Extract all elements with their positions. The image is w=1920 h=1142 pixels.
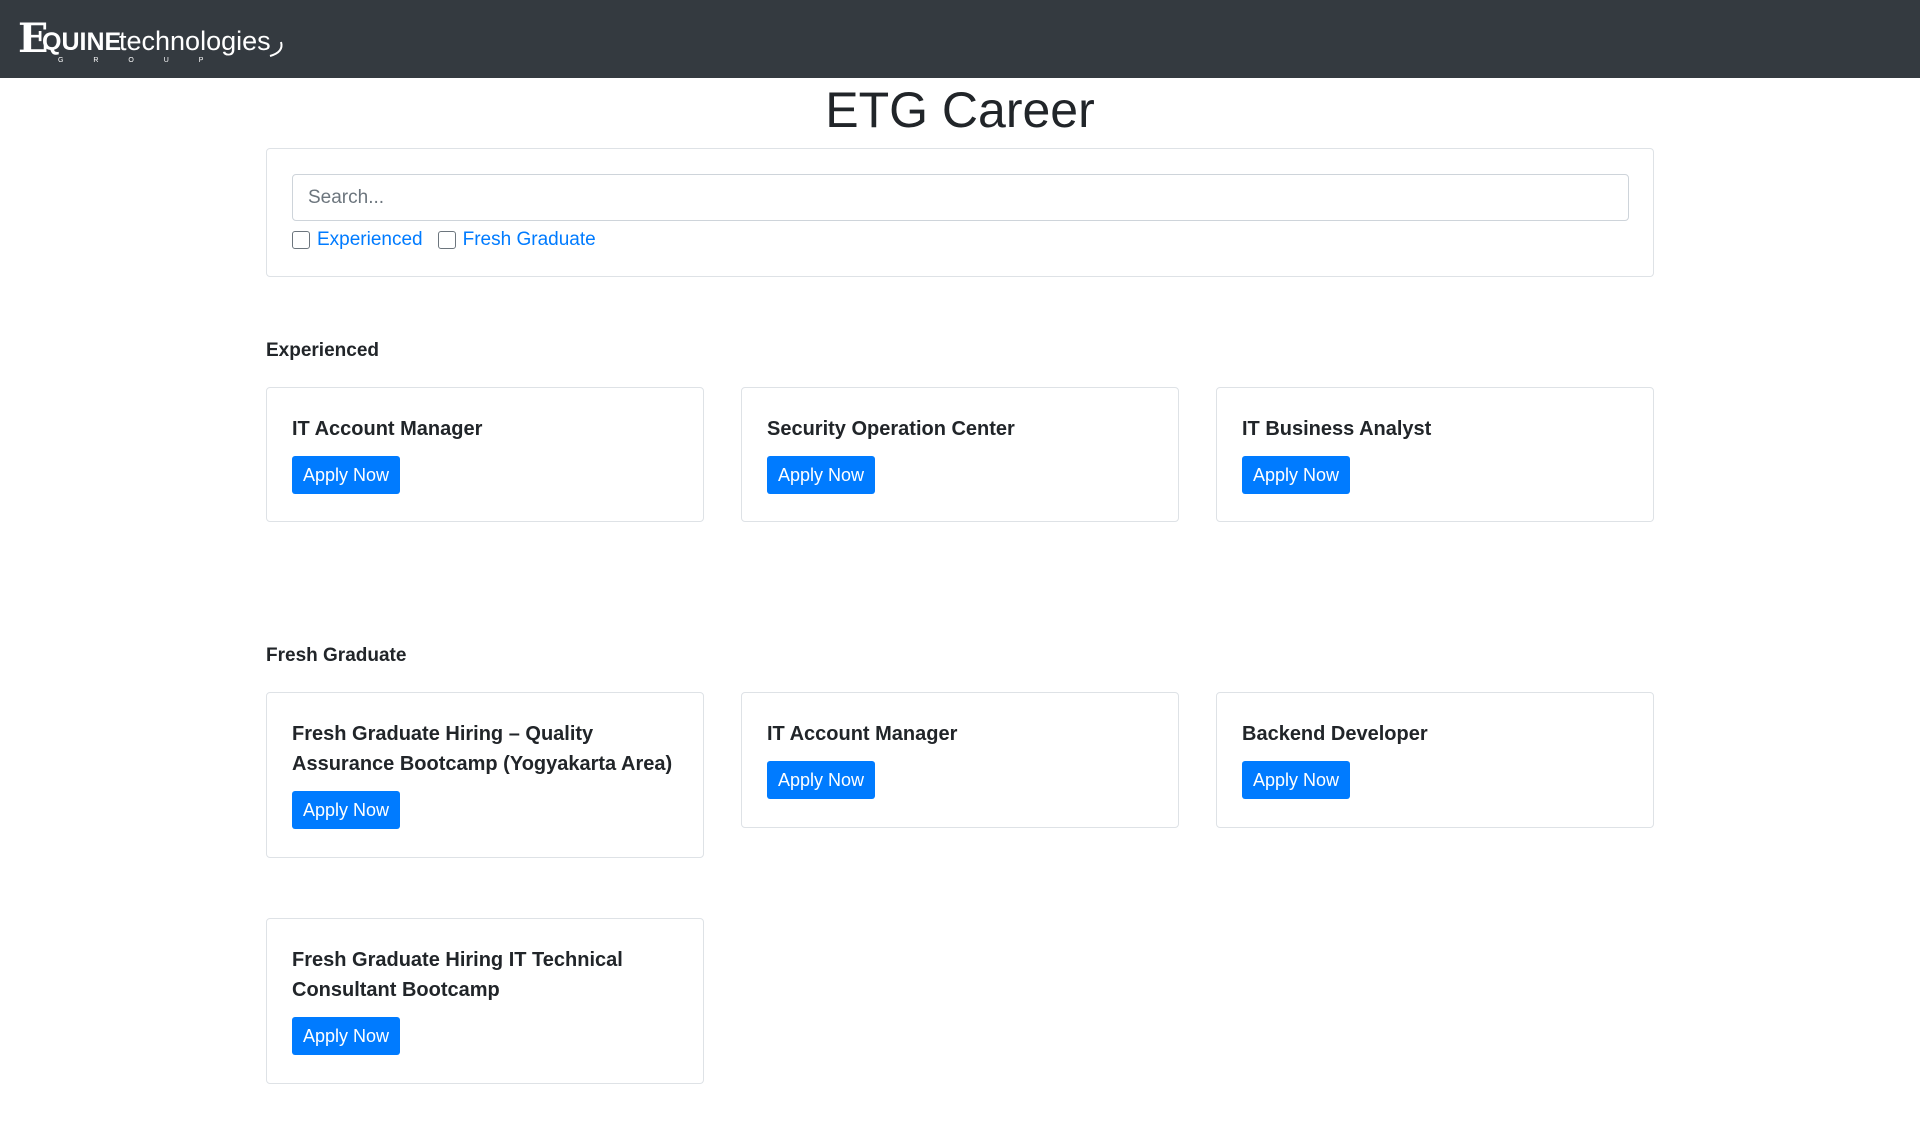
job-title: Security Operation Center bbox=[767, 418, 1015, 440]
search-filter-panel: Experienced Fresh Graduate bbox=[266, 148, 1654, 277]
job-title: IT Account Manager bbox=[292, 418, 483, 440]
apply-now-button[interactable]: Apply Now bbox=[292, 1017, 401, 1055]
filter-fresh-graduate[interactable]: Fresh Graduate bbox=[437, 229, 596, 251]
job-card: Fresh Graduate Hiring IT Technical Consu… bbox=[266, 918, 704, 1084]
job-card: IT Account Manager Apply Now bbox=[266, 387, 704, 522]
job-card: Security Operation Center Apply Now bbox=[741, 387, 1179, 522]
job-title: Backend Developer bbox=[1242, 723, 1428, 745]
job-card: Backend Developer Apply Now bbox=[1216, 692, 1654, 828]
job-title: IT Business Analyst bbox=[1242, 418, 1432, 440]
fresh-graduate-filter-label[interactable]: Fresh Graduate bbox=[463, 229, 596, 251]
svg-text:technologies: technologies bbox=[119, 26, 271, 56]
company-logo[interactable]: E QUINE technologies G R O U P bbox=[18, 16, 288, 64]
page-title: ETG Career bbox=[825, 82, 1095, 138]
apply-now-button[interactable]: Apply Now bbox=[767, 761, 876, 799]
job-title: IT Account Manager bbox=[767, 723, 958, 745]
job-card: IT Business Analyst Apply Now bbox=[1216, 387, 1654, 522]
job-card: IT Account Manager Apply Now bbox=[741, 692, 1179, 828]
company-logo-graphic: E QUINE technologies G R O U P bbox=[18, 16, 283, 64]
experienced-checkbox[interactable] bbox=[292, 231, 310, 249]
section-title-fresh-graduate: Fresh Graduate bbox=[266, 645, 407, 666]
job-title: Fresh Graduate Hiring – Quality Assuranc… bbox=[292, 723, 673, 775]
filter-experienced[interactable]: Experienced bbox=[292, 229, 423, 251]
job-title: Fresh Graduate Hiring IT Technical Consu… bbox=[292, 949, 623, 1001]
svg-text:QUINE: QUINE bbox=[42, 28, 121, 56]
apply-now-button[interactable]: Apply Now bbox=[767, 456, 876, 494]
fresh-graduate-checkbox[interactable] bbox=[437, 231, 456, 249]
top-navbar: E QUINE technologies G R O U P bbox=[0, 0, 1920, 78]
filter-group: Experienced Fresh Graduate bbox=[292, 227, 611, 253]
apply-now-button[interactable]: Apply Now bbox=[1242, 761, 1351, 799]
job-card: Fresh Graduate Hiring – Quality Assuranc… bbox=[266, 692, 704, 858]
experienced-filter-label[interactable]: Experienced bbox=[317, 229, 423, 251]
section-title-experienced: Experienced bbox=[266, 340, 379, 361]
svg-text:G R O U P: G R O U P bbox=[58, 57, 217, 64]
search-input[interactable] bbox=[292, 174, 1629, 221]
apply-now-button[interactable]: Apply Now bbox=[292, 456, 401, 494]
apply-now-button[interactable]: Apply Now bbox=[1242, 456, 1351, 494]
apply-now-button[interactable]: Apply Now bbox=[292, 791, 401, 829]
